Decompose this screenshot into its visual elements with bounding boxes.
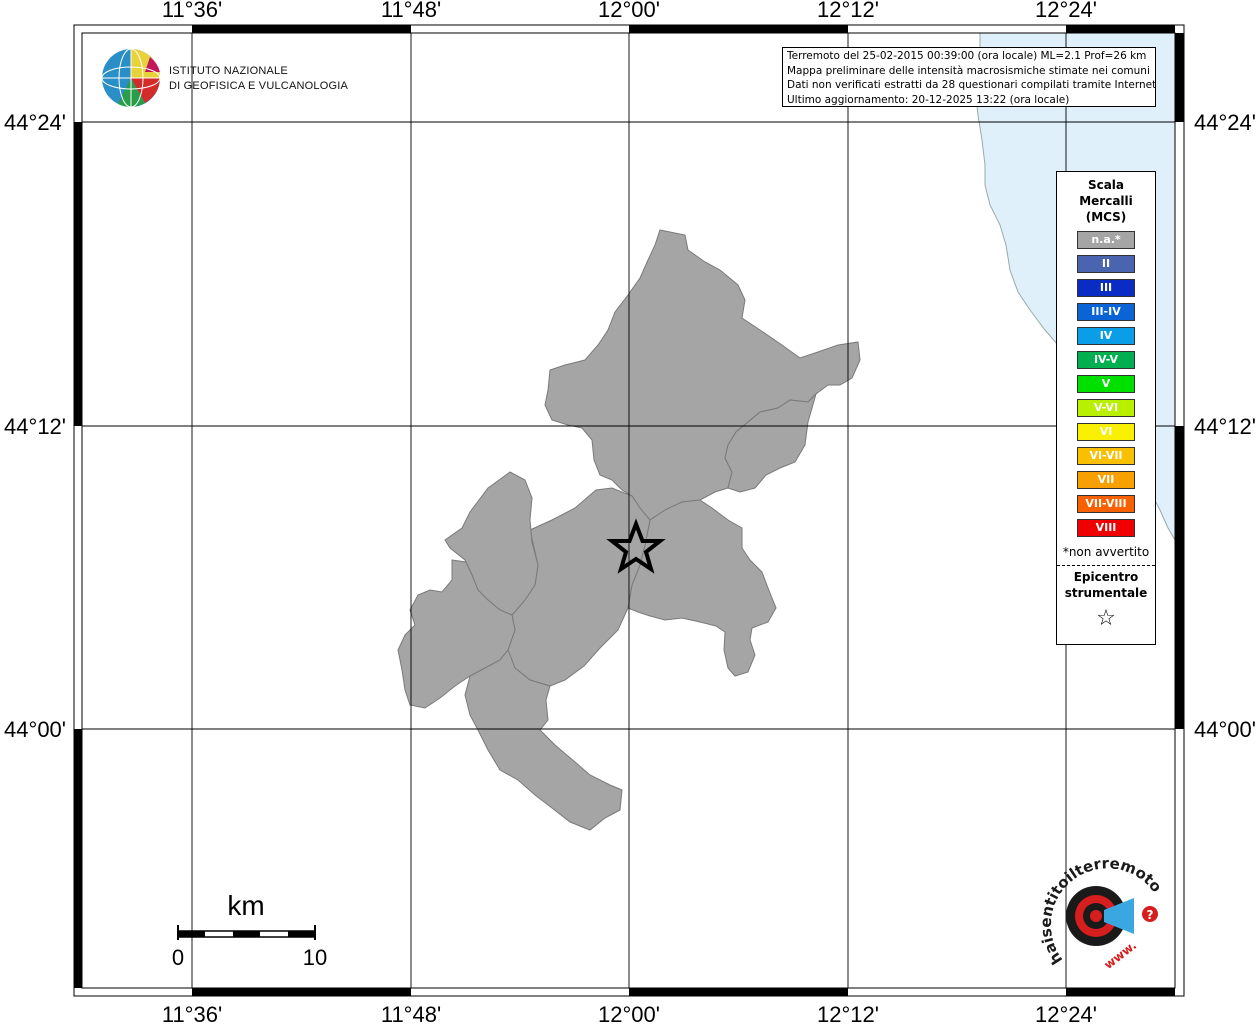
legend-item: VI-VII <box>1077 447 1135 465</box>
ingv-logo: ISTITUTO NAZIONALE DI GEOFISICA E VULCAN… <box>101 48 348 108</box>
legend-item: V <box>1077 375 1135 393</box>
tick-label: 12°00' <box>598 1002 660 1024</box>
info-line-4: Ultimo aggiornamento: 20-12-2025 13:22 (… <box>787 93 1070 106</box>
earthquake-info-box: Terremoto del 25-02-2015 00:39:00 (ora l… <box>782 47 1156 107</box>
legend-item: IV <box>1077 327 1135 345</box>
info-line-2: Mappa preliminare delle intensità macros… <box>787 64 1150 77</box>
legend-item: VIII <box>1077 519 1135 537</box>
tick-label: 44°24' <box>1194 110 1256 135</box>
right-tick-labels: 44°24' 44°12' 44°00' <box>1194 110 1256 742</box>
scale-bar: km 0 10 <box>172 890 327 970</box>
legend-title: Scala Mercalli (MCS) <box>1057 177 1155 225</box>
legend-item: III <box>1077 279 1135 297</box>
scale-min-label: 0 <box>172 945 184 970</box>
tick-label: 12°00' <box>598 0 660 22</box>
legend-title-line-1: Scala <box>1087 178 1125 192</box>
logo-line-2: DI GEOFISICA E VULCANOLOGIA <box>169 80 348 92</box>
comune-north <box>544 229 861 521</box>
legend-item: VII-VIII <box>1077 495 1135 513</box>
legend-epicenter-label: Epicentro strumentale <box>1057 569 1155 601</box>
legend-epicenter-line-1: Epicentro <box>1073 570 1139 584</box>
legend-title-line-2: Mercalli <box>1079 194 1133 208</box>
legend-item: VI <box>1077 423 1135 441</box>
left-tick-labels: 44°24' 44°12' 44°00' <box>4 110 66 742</box>
tick-label: 12°12' <box>817 0 879 22</box>
logo-line-1: ISTITUTO NAZIONALE <box>169 65 288 77</box>
legend-item: VII <box>1077 471 1135 489</box>
tick-label: 11°36' <box>162 0 222 22</box>
question-icon: ? <box>1147 908 1154 922</box>
info-line-3: Dati non verificati estratti da 28 quest… <box>787 79 1156 91</box>
legend-item: III-IV <box>1077 303 1135 321</box>
scale-max-label: 10 <box>303 945 327 970</box>
tick-label: 44°00' <box>4 717 66 742</box>
tick-label: 12°24' <box>1035 0 1097 22</box>
tick-label: 44°24' <box>4 110 66 135</box>
legend-item: V-VI <box>1077 399 1135 417</box>
star-icon: ☆ <box>1096 606 1116 631</box>
legend-epicenter-line-2: strumentale <box>1064 586 1148 600</box>
legend-note: *non avvertito <box>1062 545 1150 559</box>
legend-item: IV-V <box>1077 351 1135 369</box>
legend-divider <box>1057 565 1155 566</box>
tick-label: 12°24' <box>1035 1002 1097 1024</box>
tick-label: 11°48' <box>381 1002 441 1024</box>
mcs-legend: Scala Mercalli (MCS) n.a.* II III III-IV IV I… <box>1056 171 1156 645</box>
tick-label: 11°48' <box>381 0 441 22</box>
tick-label: 44°12' <box>4 414 66 439</box>
legend-items: n.a.* II III III-IV IV IV-V V V-VI VI VI-VII VII VI… <box>1057 231 1155 537</box>
tick-label: 11°36' <box>162 1002 222 1024</box>
legend-item: n.a.* <box>1077 231 1135 249</box>
legend-item: II <box>1077 255 1135 273</box>
info-line-1: Terremoto del 25-02-2015 00:39:00 (ora l… <box>787 50 1147 62</box>
tick-label: 44°00' <box>1194 717 1256 742</box>
bottom-tick-labels: 11°36' 11°48' 12°00' 12°12' 12°24' <box>162 1002 1097 1024</box>
legend-title-line-3: (MCS) <box>1085 210 1127 224</box>
top-tick-labels: 11°36' 11°48' 12°00' 12°12' 12°24' <box>162 0 1097 22</box>
scale-unit: km <box>227 890 264 921</box>
tick-label: 44°12' <box>1194 414 1256 439</box>
comune-southeast <box>627 499 777 677</box>
tick-label: 12°12' <box>817 1002 879 1024</box>
